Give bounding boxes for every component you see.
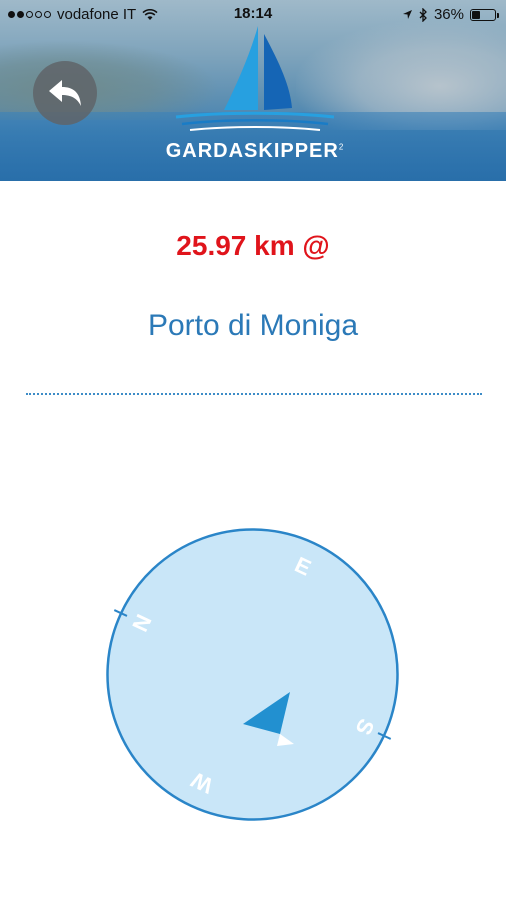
- app-logo: GARDASKIPPER2: [140, 24, 370, 174]
- battery-percent: 36%: [433, 6, 464, 23]
- dotted-divider: [26, 393, 482, 395]
- battery-icon: [470, 8, 499, 21]
- brand-superscript: 2: [338, 142, 345, 152]
- brand-text: GARDASKIPPER: [165, 140, 339, 162]
- compass-dial: [106, 528, 399, 821]
- compass-rose: N E S W: [106, 528, 399, 821]
- distance-readout: 25.97 km @: [176, 230, 330, 261]
- battery-level-fill: [472, 10, 480, 19]
- back-button[interactable]: [33, 61, 97, 125]
- sailboat-logo-icon: [175, 26, 335, 131]
- status-right: 36%: [402, 6, 499, 23]
- destination-name: Porto di Moniga: [147, 309, 359, 342]
- bluetooth-icon: [419, 7, 427, 22]
- compass: N E S W: [106, 528, 399, 821]
- location-arrow-icon: [402, 10, 412, 19]
- header-banner: vodafone IT 18:14 36% GARDASKIPPER2: [0, 0, 506, 181]
- reply-arrow-icon: [49, 80, 81, 106]
- brand-name: GARDASKIPPER2: [140, 140, 370, 163]
